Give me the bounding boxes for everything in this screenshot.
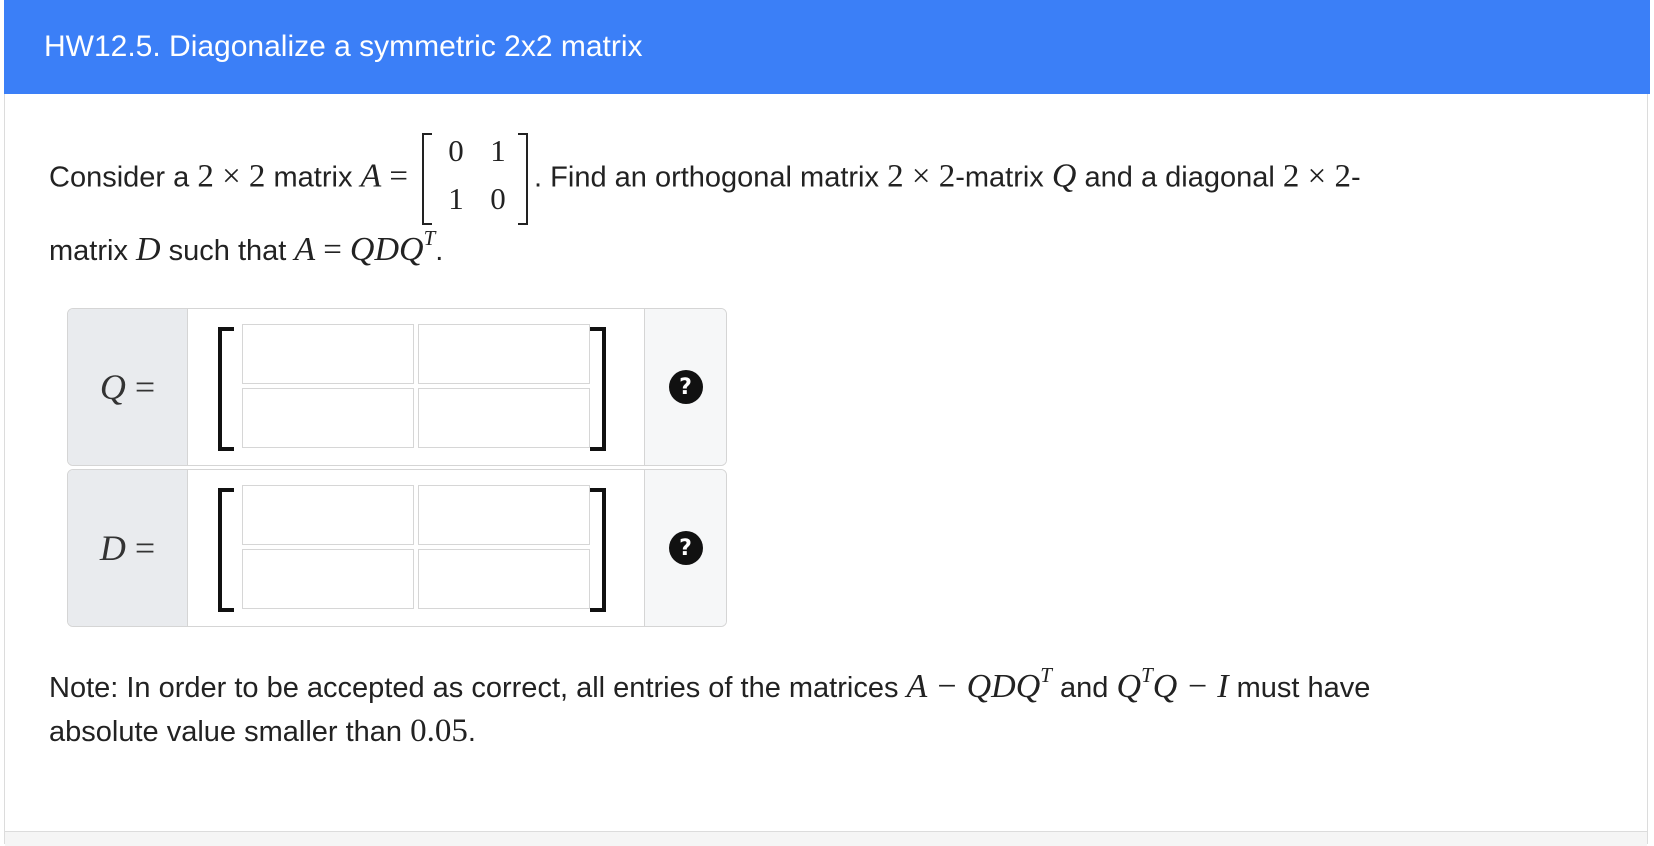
matrix-a-cell: 1 [448,181,464,216]
matrix-right-bracket [590,488,606,612]
matrix-left-bracket [218,488,234,612]
matrix-a-cell: 0 [448,133,464,168]
d-entry-1-1[interactable] [242,485,414,545]
matrix-a: 0 1 1 0 [420,131,530,227]
d-entry-2-1[interactable] [242,549,414,609]
question-text-line-1: Consider a 2 × 2 matrix A = 0 1 1 0 . Fi… [49,131,1361,225]
question-text-line-2: matrix D such that A = QDQT. [49,226,444,268]
q-entry-2-1[interactable] [242,388,414,448]
d-entry-2-2[interactable] [418,549,590,609]
question-title: HW12.5. Diagonalize a symmetric 2x2 matr… [4,0,1650,94]
matrix-right-bracket [590,327,606,451]
note-line-2: absolute value smaller than 0.05. [49,713,476,749]
matrix-a-cell: 0 [490,181,506,216]
q-entry-2-2[interactable] [418,388,590,448]
q-entry-1-1[interactable] [242,324,414,384]
question-card: HW12.5. Diagonalize a symmetric 2x2 matr… [4,0,1650,846]
q-entry-1-2[interactable] [418,324,590,384]
help-panel-q: ? [644,309,726,465]
matrix-a-cell: 1 [490,133,506,168]
answer-label-q: Q = [68,309,188,465]
answer-row-d: D = ? [67,469,727,627]
d-entry-1-2[interactable] [418,485,590,545]
matrix-left-bracket [218,327,234,451]
note-line-1: Note: In order to be accepted as correct… [49,663,1371,705]
answer-label-d: D = [68,470,188,626]
help-icon[interactable]: ? [668,370,703,404]
answer-row-q: Q = ? [67,308,727,466]
matrix-a-right-bracket [518,133,529,225]
help-panel-d: ? [644,470,726,626]
matrix-a-left-bracket [422,133,433,225]
help-icon[interactable]: ? [668,531,703,565]
